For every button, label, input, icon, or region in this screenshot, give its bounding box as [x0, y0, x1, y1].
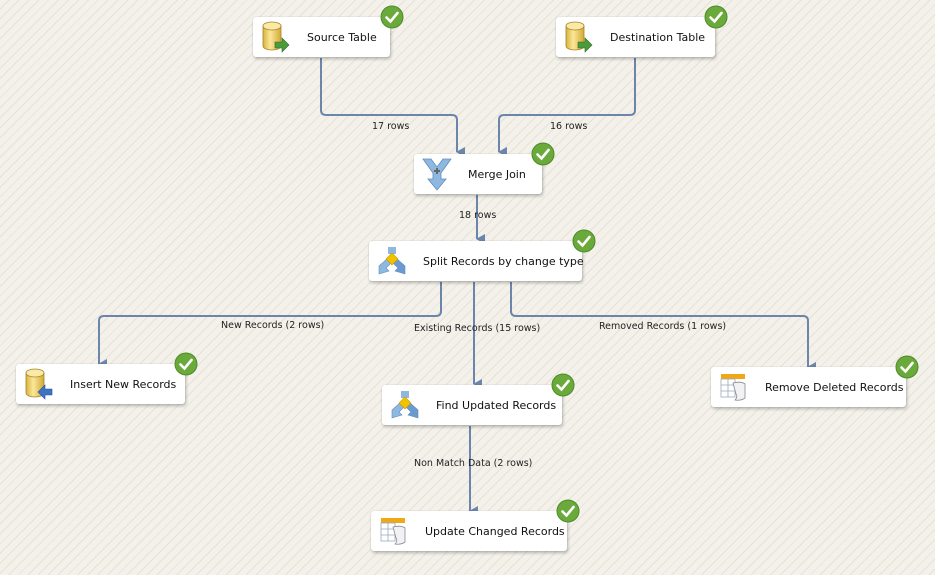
edge-label-source-merge: 17 rows: [372, 121, 410, 132]
node-merge-join[interactable]: Merge Join: [414, 154, 542, 194]
edge-label-split-remove: Removed Records (1 rows): [599, 321, 727, 332]
database-source-icon: [565, 21, 593, 53]
conditional-split-icon: [378, 247, 406, 275]
node-label: Update Changed Records: [425, 524, 565, 538]
node-update-changed-records[interactable]: Update Changed Records: [371, 511, 567, 551]
edge-label-find-update: Non Match Data (2 rows): [414, 458, 533, 469]
node-insert-new-records[interactable]: Insert New Records: [16, 364, 185, 404]
success-check-icon: [895, 355, 919, 379]
node-find-updated-records[interactable]: Find Updated Records: [382, 385, 562, 425]
edge-destination-to-merge[interactable]: [498, 58, 636, 157]
node-label: Destination Table: [610, 30, 706, 44]
success-check-icon: [572, 229, 596, 253]
data-flow-canvas[interactable]: 17 rows 16 rows 18 rows New Records (2 r…: [0, 0, 935, 575]
success-check-icon: [174, 352, 198, 376]
merge-join-icon: [422, 158, 452, 191]
edge-label-merge-split: 18 rows: [459, 210, 497, 221]
node-source-table[interactable]: Source Table: [253, 17, 390, 57]
edge-label-destination-merge: 16 rows: [550, 121, 588, 132]
node-label: Split Records by change type: [423, 254, 584, 268]
success-check-icon: [531, 142, 555, 166]
node-label: Remove Deleted Records: [765, 380, 904, 394]
edge-source-to-merge[interactable]: [320, 58, 465, 157]
database-destination-icon: [25, 368, 53, 400]
edge-label-split-insert: New Records (2 rows): [221, 320, 325, 331]
node-split-records[interactable]: Split Records by change type: [369, 241, 584, 281]
node-destination-table[interactable]: Destination Table: [556, 17, 715, 57]
ole-db-command-icon: [380, 518, 406, 545]
success-check-icon: [551, 373, 575, 397]
node-remove-deleted-records[interactable]: Remove Deleted Records: [711, 367, 906, 407]
connectors: [98, 58, 816, 516]
node-label: Find Updated Records: [436, 398, 557, 412]
edge-label-split-find: Existing Records (15 rows): [414, 323, 541, 334]
database-source-icon: [262, 21, 290, 53]
node-label: Insert New Records: [70, 377, 177, 391]
node-label: Source Table: [307, 30, 377, 44]
success-check-icon: [380, 5, 404, 29]
success-check-icon: [704, 5, 728, 29]
ole-db-command-icon: [720, 374, 746, 401]
conditional-split-icon: [391, 391, 419, 419]
node-label: Merge Join: [468, 167, 526, 181]
success-check-icon: [556, 499, 580, 523]
